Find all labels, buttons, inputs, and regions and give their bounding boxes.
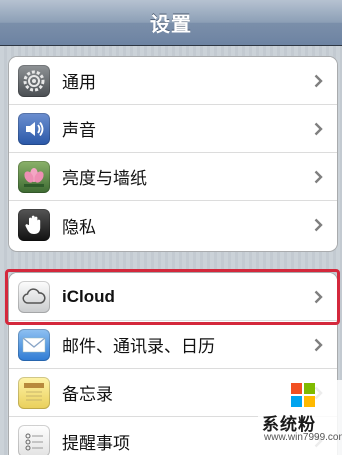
- settings-row-sound[interactable]: 声音: [9, 105, 337, 153]
- mail-icon: [18, 328, 50, 361]
- chevron-right-icon: [311, 72, 325, 90]
- settings-row-label: 隐私: [62, 217, 96, 237]
- chevron-right-icon: [311, 168, 325, 186]
- settings-row-general[interactable]: 通用: [9, 57, 337, 105]
- settings-row-label: 通用: [62, 73, 96, 92]
- nav-bar: 设置: [0, 0, 342, 46]
- speaker-icon: [18, 112, 50, 145]
- windows-logo-icon: [291, 383, 315, 407]
- gear-icon: [18, 64, 50, 97]
- settings-row-label: 邮件、通讯录、日历: [62, 337, 215, 356]
- settings-row-label: 亮度与墙纸: [62, 169, 147, 188]
- flower-icon: [18, 160, 50, 193]
- settings-group-1: 通用 声音 亮度与墙纸 隐私: [8, 56, 338, 252]
- icloud-highlight-box: [5, 269, 340, 325]
- hand-icon: [18, 209, 50, 241]
- checklist-icon: [18, 425, 50, 455]
- chevron-right-icon: [311, 216, 325, 234]
- page-title: 设置: [150, 14, 192, 36]
- settings-row-brightness-wallpaper[interactable]: 亮度与墙纸: [9, 153, 337, 201]
- notes-icon: [18, 376, 50, 409]
- watermark-url: www.win7999.com: [264, 432, 342, 443]
- settings-row-label: 声音: [62, 121, 96, 140]
- settings-row-mail-contacts-calendar[interactable]: 邮件、通讯录、日历: [9, 321, 337, 369]
- settings-row-privacy[interactable]: 隐私: [9, 201, 337, 249]
- chevron-right-icon: [311, 120, 325, 138]
- chevron-right-icon: [311, 336, 325, 354]
